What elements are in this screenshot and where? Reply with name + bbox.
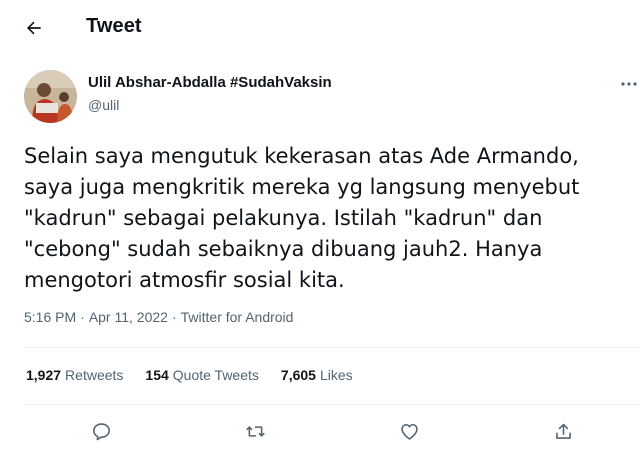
retweets-label: Retweets	[65, 367, 124, 383]
avatar[interactable]	[24, 70, 77, 123]
page-title: Tweet	[86, 15, 142, 37]
action-bar	[0, 414, 640, 448]
quotes-count: 154	[145, 367, 169, 383]
likes-stat[interactable]: 7,605 Likes	[281, 367, 353, 383]
tweet-source[interactable]: Twitter for Android	[181, 309, 294, 325]
reply-button[interactable]	[86, 416, 116, 446]
retweets-stat[interactable]: 1,927 Retweets	[26, 367, 123, 383]
share-button[interactable]	[548, 416, 578, 446]
divider	[24, 347, 640, 348]
tweet-stats: 1,927 Retweets 154 Quote Tweets 7,605 Li…	[26, 367, 375, 383]
share-icon	[555, 423, 571, 439]
profile-photo	[24, 70, 77, 123]
quote-tweets-stat[interactable]: 154 Quote Tweets	[145, 367, 259, 383]
header: Tweet	[0, 0, 640, 53]
tweet-author: Ulil Abshar-Abdalla #SudahVaksin @ulil	[0, 66, 640, 126]
retweet-button[interactable]	[240, 416, 270, 446]
retweet-icon	[245, 425, 265, 437]
retweets-count: 1,927	[26, 367, 62, 383]
meta-separator: ·	[171, 309, 177, 325]
tweet-text: Selain saya mengutuk kekerasan atas Ade …	[24, 144, 580, 292]
likes-count: 7,605	[280, 367, 316, 383]
author-handle[interactable]: @ulil	[88, 97, 119, 113]
like-button[interactable]	[394, 416, 424, 446]
tweet-time[interactable]: 5:16 PM	[24, 309, 76, 325]
tweet-metadata: 5:16 PM · Apr 11, 2022 · Twitter for And…	[24, 309, 293, 325]
arrow-left-icon	[27, 21, 41, 35]
back-button[interactable]	[20, 14, 48, 42]
likes-label: Likes	[319, 367, 353, 383]
quotes-label: Quote Tweets	[172, 367, 259, 383]
reply-icon	[92, 422, 110, 440]
like-icon	[400, 423, 418, 440]
meta-separator: ·	[80, 309, 85, 325]
more-horizontal-icon	[621, 82, 637, 86]
tweet-date[interactable]: Apr 11, 2022	[89, 309, 168, 325]
more-button[interactable]	[614, 74, 638, 94]
divider	[24, 404, 640, 405]
author-display-name[interactable]: Ulil Abshar-Abdalla #SudahVaksin	[88, 74, 332, 91]
